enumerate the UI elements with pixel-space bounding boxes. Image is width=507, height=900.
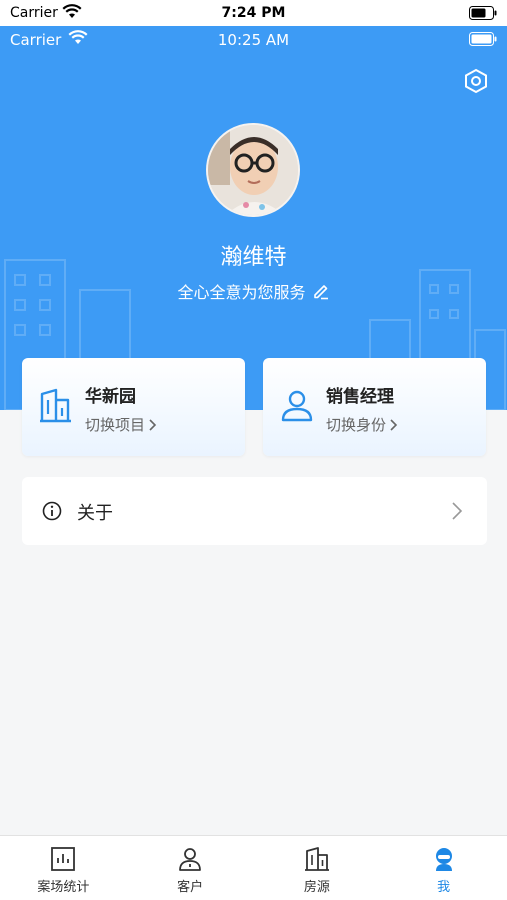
tab-listings[interactable]: 房源 <box>254 836 381 900</box>
status-time: 10:25 AM <box>217 31 290 49</box>
chevron-right-icon <box>149 418 157 431</box>
building-icon <box>40 388 71 423</box>
bar-chart-icon <box>51 847 76 871</box>
tab-label: 案场统计 <box>37 880 90 895</box>
bottom-tab-bar: 案场统计 客户 房源 我 <box>0 835 507 900</box>
status-time: 7:24 PM <box>221 5 286 21</box>
about-label: 关于 <box>77 503 113 524</box>
switch-project-link[interactable]: 切换项目 <box>85 414 157 435</box>
role-name: 销售经理 <box>326 387 394 407</box>
battery-icon <box>469 32 497 50</box>
person-icon <box>179 848 202 871</box>
switch-project-label: 切换项目 <box>85 416 146 434</box>
app-status-bar: Carrier 10:25 AM <box>0 26 507 54</box>
chevron-right-icon <box>452 502 463 520</box>
settings-button[interactable] <box>463 68 489 94</box>
battery-icon <box>469 6 497 24</box>
tab-label: 客户 <box>177 880 204 895</box>
about-row[interactable]: 关于 <box>22 477 487 545</box>
profile-icon <box>435 848 452 871</box>
building-icon <box>304 847 329 871</box>
settings-hexagon-icon <box>465 68 487 94</box>
switch-role-label: 切换身份 <box>326 416 387 434</box>
project-name: 华新园 <box>85 387 136 407</box>
user-motto: 全心全意为您服务 <box>177 283 306 302</box>
user-motto-row: 全心全意为您服务 <box>0 279 507 303</box>
tab-label: 我 <box>437 880 451 895</box>
switch-role-link[interactable]: 切换身份 <box>326 414 398 435</box>
switch-project-card[interactable]: 华新园 切换项目 <box>22 358 245 456</box>
tab-me[interactable]: 我 <box>380 836 507 900</box>
person-icon <box>281 390 313 422</box>
tab-label: 房源 <box>303 880 330 895</box>
chevron-right-icon <box>390 418 398 431</box>
edit-icon[interactable] <box>312 282 330 300</box>
info-icon <box>42 501 62 521</box>
avatar[interactable] <box>206 123 300 217</box>
tab-customers[interactable]: 客户 <box>127 836 254 900</box>
profile-header: Carrier 10:25 AM 瀚维特 全心全意为您服务 <box>0 26 507 410</box>
user-name: 瀚维特 <box>220 245 287 270</box>
avatar-photo <box>208 125 298 215</box>
switch-role-card[interactable]: 销售经理 切换身份 <box>263 358 486 456</box>
tab-statistics[interactable]: 案场统计 <box>0 836 127 900</box>
device-status-bar: Carrier 7:24 PM <box>0 0 507 26</box>
